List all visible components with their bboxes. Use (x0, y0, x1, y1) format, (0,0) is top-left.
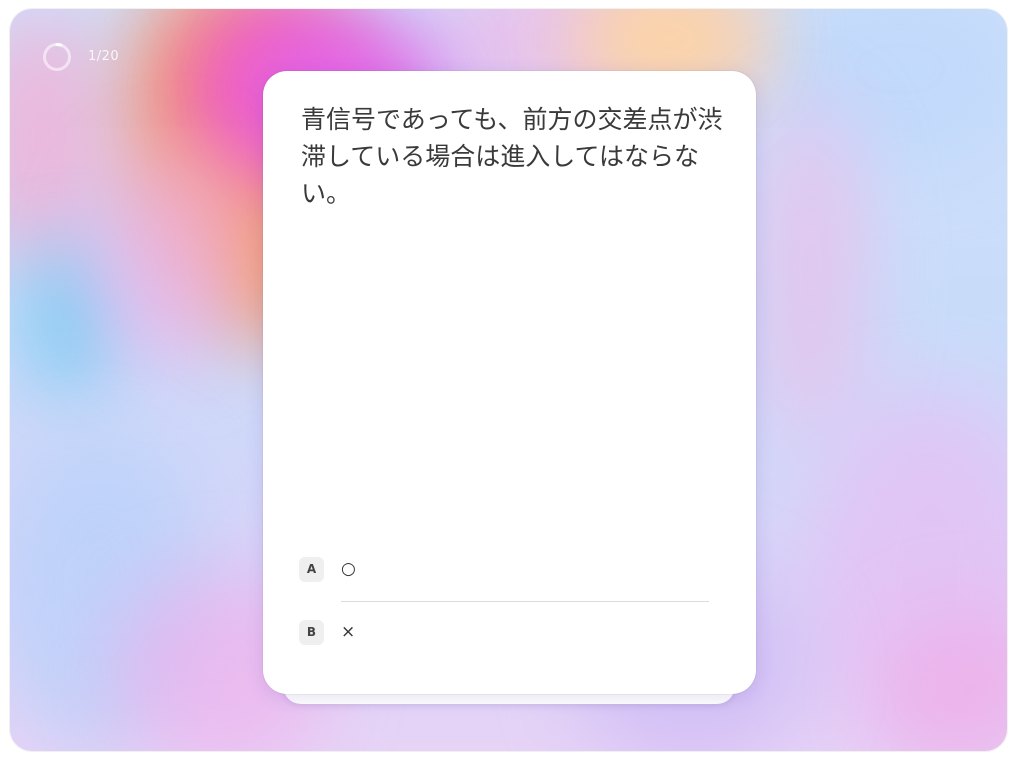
option-label: ○ (341, 559, 356, 579)
option-key-badge: A (299, 557, 324, 582)
question-counter: 1/20 (88, 49, 120, 64)
answer-option-a[interactable]: A ○ (299, 549, 719, 589)
option-label: × (341, 622, 356, 642)
background-blob (90, 149, 250, 369)
progress-ring-icon (43, 43, 71, 71)
question-text: 青信号であっても、前方の交差点が渋滞している場合は進入してはならない。 (301, 105, 723, 208)
question-card: 青信号であっても、前方の交差点が渋滞している場合は進入してはならない。 A ○ … (263, 71, 756, 694)
background-blob (750, 99, 870, 439)
answer-option-b[interactable]: B × (299, 612, 719, 652)
option-key-badge: B (299, 620, 324, 645)
option-divider (341, 601, 709, 602)
